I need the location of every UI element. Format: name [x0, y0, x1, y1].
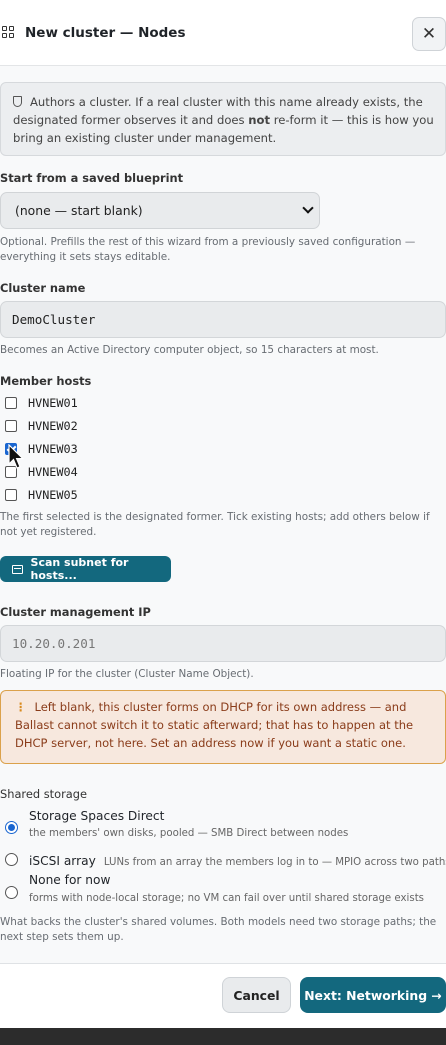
dialog-header: New cluster — Nodes [0, 0, 446, 66]
storage-radio-none[interactable] [5, 886, 18, 899]
background-strip [0, 1028, 446, 1045]
management-ip-label: Cluster management IP [0, 605, 151, 619]
host-name: HVNEW05 [28, 488, 78, 502]
host-checkbox[interactable] [5, 489, 17, 501]
host-row[interactable]: HVNEW05 [5, 488, 78, 502]
storage-option-title: None for now [29, 873, 111, 887]
scan-subnet-label: Scan subnet for hosts... [30, 556, 129, 582]
management-ip-input[interactable]: 10.20.0.201 [0, 625, 446, 662]
storage-option-desc: forms with node-local storage; no VM can… [29, 893, 424, 904]
host-name: HVNEW03 [28, 442, 78, 456]
cancel-button[interactable]: Cancel [222, 977, 291, 1013]
shield-icon [13, 96, 22, 107]
new-cluster-dialog: New cluster — Nodes ✕ Authors a cluster.… [0, 0, 446, 1028]
host-name: HVNEW04 [28, 465, 78, 479]
blueprint-select[interactable]: (none — start blank) [0, 192, 320, 229]
host-checkbox[interactable] [5, 397, 17, 409]
cluster-name-help: Becomes an Active Directory computer obj… [0, 344, 379, 356]
host-checkbox[interactable] [5, 420, 17, 432]
storage-radio-s2d[interactable] [5, 821, 18, 834]
member-hosts-label: Member hosts [0, 374, 92, 388]
blueprint-selected-value: (none — start blank) [15, 203, 143, 218]
host-name: HVNEW02 [28, 419, 78, 433]
storage-option-title: iSCSI array [29, 854, 96, 868]
server-icon [12, 564, 23, 574]
cluster-name-input[interactable]: DemoCluster [0, 301, 446, 338]
warning-text: Left blank, this cluster forms on DHCP f… [15, 700, 414, 750]
shared-storage-label: Shared storage [0, 787, 87, 801]
dhcp-warning: ⋮ Left blank, this cluster forms on DHCP … [0, 690, 446, 764]
close-icon: ✕ [421, 24, 437, 44]
storage-option-row: iSCSI array LUNs from an array the membe… [29, 850, 446, 869]
scan-subnet-button[interactable]: Scan subnet for hosts... [0, 556, 171, 582]
management-ip-help: Floating IP for the cluster (Cluster Nam… [0, 668, 254, 680]
chevron-down-icon [302, 202, 314, 214]
storage-option-title: Storage Spaces Direct [29, 809, 165, 823]
notice-emphasis: not [248, 113, 271, 127]
member-hosts-help: The first selected is the designated for… [0, 511, 430, 538]
storage-option-desc: LUNs from an array the members log in to… [103, 857, 446, 868]
cluster-name-label: Cluster name [0, 281, 86, 295]
next-networking-button[interactable]: Next: Networking → [300, 977, 446, 1013]
close-button[interactable]: ✕ [412, 17, 446, 51]
host-row[interactable]: HVNEW01 [5, 396, 78, 410]
shared-storage-help: What backs the cluster's shared volumes.… [0, 916, 437, 943]
storage-radio-iscsi[interactable] [5, 853, 18, 866]
host-row[interactable]: HVNEW02 [5, 419, 78, 433]
info-notice: Authors a cluster. If a real cluster wit… [0, 82, 446, 156]
mouse-cursor-icon [8, 444, 25, 469]
dialog-title: New cluster — Nodes [25, 24, 186, 41]
blueprint-help: Optional. Prefills the rest of this wiza… [0, 236, 416, 263]
blueprint-label: Start from a saved blueprint [0, 171, 184, 185]
storage-option-desc: the members' own disks, pooled — SMB Dir… [29, 828, 349, 839]
grid-icon [2, 25, 16, 40]
host-name: HVNEW01 [28, 396, 78, 410]
warning-icon: ⋮ [15, 700, 27, 714]
